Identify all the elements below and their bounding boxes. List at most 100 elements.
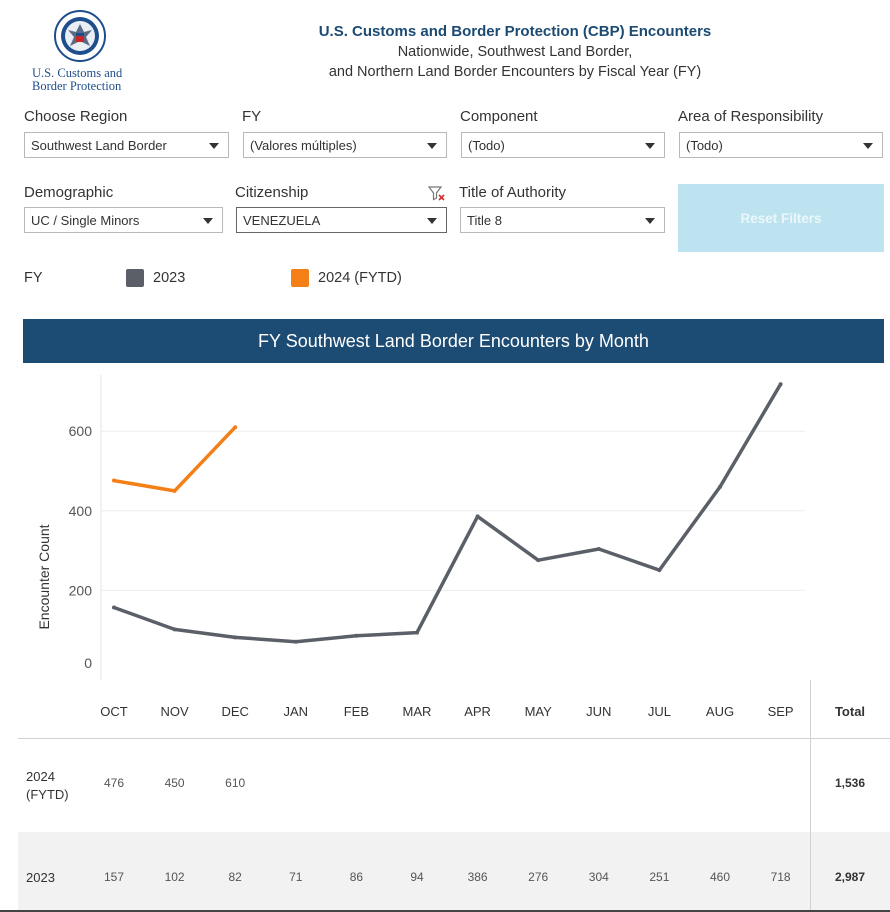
data-point-2023-AUG[interactable] (718, 484, 722, 489)
month-header-jul: JUL (647, 704, 671, 719)
month-header-jan: JAN (283, 704, 309, 719)
series-line-2024[interactable] (112, 425, 237, 493)
table-cell: 718 (770, 870, 791, 884)
y-axis-title: Encounter Count (36, 524, 52, 629)
table-cell: 251 (649, 870, 670, 884)
demographic-select[interactable]: UC / Single Minors (24, 207, 223, 233)
component-filter-label: Component (460, 108, 538, 125)
chevron-down-icon (427, 143, 437, 149)
chevron-down-icon (209, 143, 219, 149)
cbp-seal-icon (54, 10, 106, 62)
table-cell: 94 (410, 870, 424, 884)
month-header-feb: FEB (343, 704, 370, 719)
citizenship-filter-label: Citizenship (235, 184, 309, 201)
data-point-2023-JUL[interactable] (657, 568, 662, 573)
table-cell: 610 (225, 776, 246, 790)
logo-text-line2: Border Protection (32, 79, 122, 93)
fy-filter-label: FY (242, 108, 262, 125)
data-table: OCT NOV DEC JAN FEB MAR APR MAY JUN JUL AUG SEP Tot… (0, 680, 890, 912)
chevron-down-icon (645, 218, 655, 224)
total-column-header: Total (834, 704, 866, 719)
line-chart: 0 200 400 600 Encounter Count (36, 375, 805, 680)
y-tick-label: 200 (69, 582, 93, 598)
month-header-jun: JUN (586, 704, 612, 719)
month-header-sep: SEP (767, 704, 794, 719)
table-cell: 450 (164, 776, 185, 790)
data-point-2023-SEP[interactable] (778, 382, 783, 387)
aor-filter-label: Area of Responsibility (678, 108, 824, 125)
chevron-down-icon (427, 218, 437, 224)
chevron-down-icon (645, 143, 655, 149)
page-title-block: U.S. Customs and Border Protection (CBP)… (280, 22, 750, 82)
authority-filter-label: Title of Authority (459, 184, 566, 201)
table-cell: 102 (164, 870, 185, 884)
legend-swatch-2024 (291, 269, 309, 287)
legend-swatch-2023 (126, 269, 144, 287)
month-header-may: MAY (524, 704, 552, 719)
data-point-2024-DEC[interactable] (233, 425, 238, 430)
clear-filter-icon[interactable] (428, 186, 446, 202)
data-point-2023-NOV[interactable] (172, 627, 177, 632)
data-point-2023-FEB[interactable] (354, 633, 359, 638)
legend-text-2023: 2023 (153, 270, 186, 286)
data-point-2023-APR[interactable] (475, 514, 480, 519)
series-line-2023[interactable] (112, 382, 783, 644)
region-select[interactable]: Southwest Land Border (24, 132, 229, 158)
authority-select[interactable]: Title 8 (460, 207, 665, 233)
month-header-aug: AUG (705, 704, 735, 719)
table-row-total: 1,536 (834, 776, 866, 790)
authority-select-value: Title 8 (467, 213, 502, 228)
aor-select[interactable]: (Todo) (679, 132, 883, 158)
table-cell: 386 (467, 870, 488, 884)
region-filter-label: Choose Region (24, 108, 128, 125)
table-cell: 86 (349, 870, 364, 884)
citizenship-select-value: VENEZUELA (243, 213, 321, 228)
chevron-down-icon (863, 143, 873, 149)
table-cell: 304 (588, 870, 609, 884)
y-tick-label: 400 (69, 503, 93, 519)
table-cell: 82 (228, 870, 242, 884)
citizenship-select[interactable]: VENEZUELA (236, 207, 447, 233)
y-tick-label: 0 (84, 655, 92, 671)
data-point-2023-OCT[interactable] (112, 605, 116, 610)
data-point-2023-MAY[interactable] (536, 558, 541, 563)
fy-select[interactable]: (Valores múltiples) (243, 132, 447, 158)
table-cell: 276 (528, 870, 549, 884)
month-header-mar: MAR (402, 704, 432, 719)
table-row-label: 2024 (FYTD) (26, 769, 69, 802)
table-cell: 157 (103, 870, 125, 884)
page-subtitle-line2: and Northern Land Border Encounters by F… (328, 64, 702, 80)
data-point-2024-OCT[interactable] (112, 478, 116, 483)
table-row-label: 2023 (26, 870, 55, 885)
data-point-2024-NOV[interactable] (172, 488, 177, 493)
component-select[interactable]: (Todo) (461, 132, 665, 158)
page-title: U.S. Customs and Border Protection (CBP)… (318, 23, 712, 40)
month-header-dec: DEC (221, 704, 249, 719)
y-tick-label: 600 (69, 423, 93, 439)
page-subtitle-line1: Nationwide, Southwest Land Border, (397, 44, 633, 60)
cbp-logo: U.S. Customs and Border Protection (28, 10, 138, 98)
component-select-value: (Todo) (468, 138, 505, 153)
legend-item-2023[interactable]: 2023 (126, 268, 185, 288)
table-cell: 476 (103, 776, 125, 790)
table-cell: 71 (289, 870, 303, 884)
legend-item-2024[interactable]: 2024 (FYTD) (291, 268, 402, 288)
demographic-filter-label: Demographic (24, 184, 114, 201)
data-point-2023-JAN[interactable] (293, 639, 298, 644)
table-cell: 460 (709, 870, 731, 884)
demographic-select-value: UC / Single Minors (31, 213, 140, 228)
month-header-oct: OCT (100, 704, 128, 719)
data-point-2023-DEC[interactable] (233, 635, 238, 640)
table-row-total: 2,987 (834, 870, 866, 884)
reset-filters-button[interactable]: Reset Filters (678, 184, 884, 252)
region-select-value: Southwest Land Border (31, 138, 167, 153)
legend-text-2024: 2024 (FYTD) (318, 270, 402, 286)
month-header-apr: APR (464, 704, 491, 719)
chevron-down-icon (203, 218, 213, 224)
data-point-2023-JUN[interactable] (596, 547, 601, 552)
chart-title-banner: FY Southwest Land Border Encounters by M… (23, 319, 884, 363)
month-header-nov: NOV (160, 704, 189, 719)
legend-title: FY (24, 270, 43, 286)
table-header-divider (18, 738, 890, 739)
data-point-2023-MAR[interactable] (415, 630, 419, 635)
